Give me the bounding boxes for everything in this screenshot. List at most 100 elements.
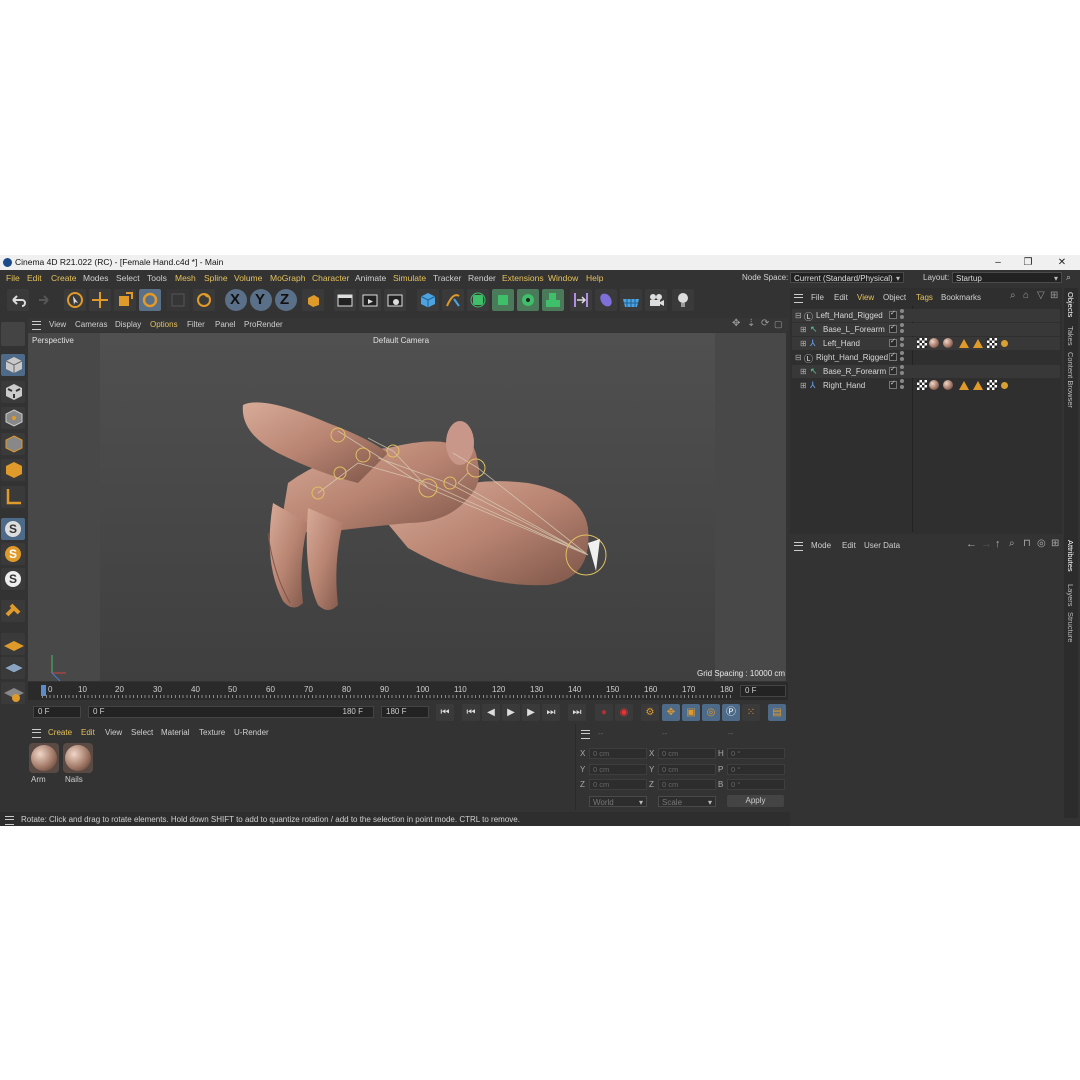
visibility-toggle[interactable] [889,365,897,375]
visibility-toggle[interactable] [889,351,897,361]
points-mode-button[interactable] [1,407,25,429]
edges-mode-button[interactable] [1,433,25,455]
object-menu-bookmarks[interactable]: Bookmarks [941,293,981,302]
coordinates-menu-icon[interactable] [581,730,590,739]
rotation-p-field[interactable]: 0 ° [727,764,785,775]
y-axis-lock-button[interactable]: Y [250,289,272,311]
node-space-select[interactable]: Current (Standard/Physical) [790,272,904,284]
menu-window[interactable]: Window [548,273,578,283]
size-x-field[interactable]: 0 cm [658,748,716,759]
expand-icon[interactable]: ⊞ [800,325,807,334]
object-row[interactable]: ⊟ Ⓛ Left_Hand_Rigged [792,309,1060,322]
material-menu-icon[interactable] [32,729,41,738]
move-tool[interactable] [89,289,111,311]
status-menu-icon[interactable] [5,816,14,825]
extrude-generator-button[interactable] [492,289,514,311]
editor-render-dots[interactable] [900,337,904,349]
viewport-move-icon[interactable]: ✥ [732,318,740,329]
start-frame-field[interactable]: 0 F [33,706,81,718]
object-name[interactable]: Base_R_Forearm [823,367,886,376]
coordinate-system-button[interactable] [302,289,324,311]
render-to-picture-viewer-button[interactable] [359,289,381,311]
range-slider[interactable]: 0 F 180 F [88,706,374,718]
rotate-tool[interactable] [139,289,161,311]
object-menu-file[interactable]: File [811,293,824,302]
material-menu-urender[interactable]: U-Render [234,728,269,737]
render-view-button[interactable] [334,289,356,311]
pose-morph-tag-icon[interactable] [1001,340,1008,347]
z-axis-lock-button[interactable]: Z [275,289,297,311]
snap-settings-button[interactable]: S [1,543,25,565]
object-row[interactable]: ⊞ ↖ Base_R_Forearm [792,365,1060,378]
light-button[interactable] [672,289,694,311]
menu-animate[interactable]: Animate [355,273,386,283]
rotation-h-field[interactable]: 0 ° [727,748,785,759]
restore-button[interactable]: ❐ [1013,255,1043,270]
live-selection-tool[interactable] [64,289,86,311]
previous-frame-button[interactable]: ◀ [482,704,500,721]
rotation-b-field[interactable]: 0 ° [727,779,785,790]
object-name[interactable]: Left_Hand [823,339,860,348]
viewport-menu-options[interactable]: Options [150,320,178,329]
menu-file[interactable]: File [6,273,20,283]
viewport-maximize-icon[interactable]: ▢ [774,319,783,330]
render-settings-button[interactable] [384,289,406,311]
size-mode-select[interactable]: Scale [658,796,716,808]
search-icon[interactable]: ⌕ [1010,290,1016,301]
magnet-tool-button[interactable] [1,600,25,622]
viewport-zoom-icon[interactable]: ⇣ [747,318,755,329]
pen-spline-button[interactable] [442,289,464,311]
record-active-objects-button[interactable]: ● [595,704,613,721]
editor-render-dots[interactable] [900,365,904,377]
menu-mograph[interactable]: MoGraph [270,273,305,283]
attribute-menu-edit[interactable]: Edit [842,541,856,550]
record-position-button[interactable]: ✥ [662,704,680,721]
recent-tools-icon[interactable] [167,289,189,311]
timeline-ruler[interactable]: 0 10 20 30 40 50 60 70 80 90 100 110 120… [28,682,788,700]
pose-morph-tag-icon[interactable] [1001,382,1008,389]
previous-key-button[interactable]: ⏮ [462,704,480,721]
editor-render-dots[interactable] [900,309,904,321]
menu-volume[interactable]: Volume [234,273,262,283]
weight-tag-icon[interactable] [959,339,969,348]
tab-layers[interactable]: Layers [1066,584,1075,607]
object-name[interactable]: Right_Hand_Rigged [816,353,888,362]
size-y-field[interactable]: 0 cm [658,764,716,775]
weight-tag-icon[interactable] [959,381,969,390]
material-tag-icon[interactable] [943,338,953,348]
position-x-field[interactable]: 0 cm [589,748,647,759]
expand-icon[interactable]: ⊞ [800,339,807,348]
editor-render-dots[interactable] [900,323,904,335]
object-menu-edit[interactable]: Edit [834,293,848,302]
go-to-end-button[interactable]: ⏭ [568,704,586,721]
back-arrow-icon[interactable]: ← [966,538,977,550]
object-menu-icon[interactable] [794,294,803,303]
object-row[interactable]: ⊞ ↖ Base_L_Forearm [792,323,1060,336]
end-frame-field[interactable]: 180 F [381,706,429,718]
current-frame-field[interactable]: 0 F [740,685,786,697]
workplane-button[interactable] [1,633,25,655]
tab-takes[interactable]: Takes [1066,326,1075,346]
close-button[interactable]: ✕ [1047,255,1077,270]
x-axis-lock-button[interactable]: X [225,289,247,311]
texture-mode-button[interactable] [1,381,25,403]
menu-select[interactable]: Select [116,273,140,283]
material-menu-material[interactable]: Material [161,728,189,737]
transform-tool[interactable] [193,289,215,311]
record-rotation-button[interactable]: ◎ [702,704,720,721]
apply-button[interactable]: Apply [727,795,784,807]
expand-icon[interactable]: ⊞ [800,381,807,390]
collapse-icon[interactable]: ⊟ [795,353,802,362]
viewport-menu-view[interactable]: View [49,320,66,329]
material-menu-edit[interactable]: Edit [81,728,95,737]
editor-render-dots[interactable] [900,351,904,363]
record-parameter-button[interactable]: Ⓟ [722,704,740,721]
up-arrow-icon[interactable]: ↑ [995,538,1001,550]
menu-mesh[interactable]: Mesh [175,273,196,283]
go-to-start-button[interactable]: ⏮ [436,704,454,721]
layout-select[interactable]: Startup [952,272,1062,284]
search-icon[interactable]: ⌕ [1066,272,1076,283]
menu-tools[interactable]: Tools [147,273,167,283]
object-menu-object[interactable]: Object [883,293,906,302]
weight-tag-icon[interactable] [973,381,983,390]
